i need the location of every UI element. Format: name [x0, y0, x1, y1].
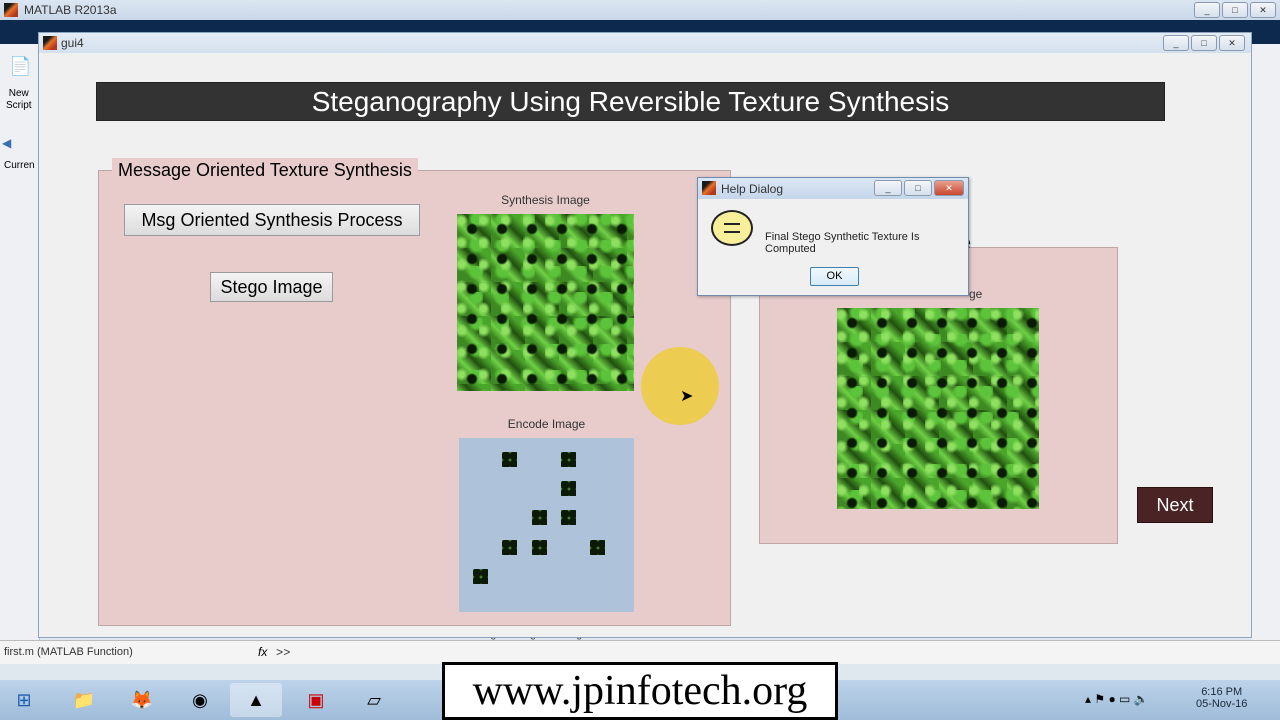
matlab-logo-icon — [43, 36, 57, 50]
gui-title: gui4 — [61, 36, 84, 50]
gui-title-bar: gui4 _ □ ✕ — [39, 33, 1251, 53]
encoded-tile — [590, 539, 606, 555]
matlab-title-bar: MATLAB R2013a _ □ ✕ — [0, 0, 1280, 20]
firefox-icon[interactable]: 🦊 — [116, 683, 168, 717]
clock[interactable]: 6:16 PM 05-Nov-16 — [1196, 686, 1247, 710]
right-panel — [1252, 44, 1280, 640]
panel-title: Message Oriented Texture Synthesis — [112, 158, 418, 182]
msg-synthesis-process-button[interactable]: Msg Oriented Synthesis Process — [124, 204, 420, 236]
matlab-taskbar-icon[interactable]: ▲ — [230, 683, 282, 717]
next-button[interactable]: Next — [1137, 487, 1213, 523]
dialog-title-bar: Help Dialog _ □ ✕ — [698, 178, 968, 199]
dialog-maximize-button[interactable]: □ — [904, 180, 932, 196]
msg-synthesis-panel — [98, 170, 731, 626]
encoded-tile — [473, 568, 488, 584]
encoded-tile — [531, 539, 547, 555]
mouse-cursor-icon: ➤ — [680, 388, 694, 405]
matlab-title: MATLAB R2013a — [24, 3, 117, 17]
dialog-close-button[interactable]: ✕ — [934, 180, 964, 196]
new-script-button[interactable]: New Script — [6, 88, 32, 112]
command-bar: first.m (MATLAB Function) fx >> — [0, 640, 1280, 664]
encoded-tile — [560, 481, 576, 497]
new-script-icon[interactable]: 📄 — [9, 56, 31, 77]
encoded-tile — [531, 510, 547, 526]
chrome-icon[interactable]: ◉ — [174, 683, 226, 717]
gui-close-button[interactable]: ✕ — [1219, 35, 1245, 51]
watermark: www.jpinfotech.org — [442, 662, 838, 720]
acrobat-icon[interactable]: ▣ — [290, 683, 342, 717]
close-button[interactable]: ✕ — [1250, 2, 1276, 18]
current-file-label: first.m (MATLAB Function) — [4, 646, 133, 658]
encoded-tile — [502, 539, 518, 555]
encode-image — [459, 438, 634, 612]
matlab-logo-icon — [702, 181, 716, 195]
current-folder-label: Curren — [4, 160, 35, 171]
synthesis-image — [457, 214, 634, 391]
dialog-message: Final Stego Synthetic Texture Is Compute… — [765, 231, 920, 255]
matlab-logo-icon — [4, 3, 18, 17]
encoded-tile — [502, 452, 518, 467]
encoded-tile — [560, 510, 576, 526]
start-button[interactable]: ⊞ — [2, 683, 46, 717]
command-prompt[interactable]: >> — [276, 646, 290, 660]
page-title: Steganography Using Reversible Texture S… — [96, 82, 1165, 121]
dialog-minimize-button[interactable]: _ — [874, 180, 902, 196]
tray-icons[interactable]: ▴ ⚑ ● ▭ 🔈 — [1085, 692, 1149, 706]
encoded-tile — [560, 452, 576, 467]
explorer-icon[interactable]: 📁 — [58, 683, 110, 717]
help-dialog: Help Dialog _ □ ✕ Final Stego Synthetic Te… — [697, 177, 969, 296]
gui-minimize-button[interactable]: _ — [1163, 35, 1189, 51]
encode-caption: Encode Image — [507, 417, 586, 431]
back-icon[interactable]: ◀ — [2, 136, 11, 150]
gui-maximize-button[interactable]: □ — [1191, 35, 1217, 51]
ok-button[interactable]: OK — [810, 267, 859, 286]
help-bubble-icon — [711, 210, 753, 246]
dialog-title: Help Dialog — [721, 182, 784, 196]
gui-window: gui4 _ □ ✕ Steganography Using Reversible … — [38, 32, 1252, 638]
left-panel: 📄 New Script ◀ Curren — [0, 44, 40, 640]
minimize-button[interactable]: _ — [1194, 2, 1220, 18]
fx-icon[interactable]: fx — [258, 645, 267, 659]
maximize-button[interactable]: □ — [1222, 2, 1248, 18]
stego-caption: ge — [969, 287, 983, 301]
notepad-icon[interactable]: ▱ — [348, 683, 400, 717]
stego-image-button[interactable]: Stego Image — [210, 272, 333, 302]
synthesis-caption: Synthesis Image — [501, 193, 590, 207]
stego-image — [837, 308, 1039, 509]
